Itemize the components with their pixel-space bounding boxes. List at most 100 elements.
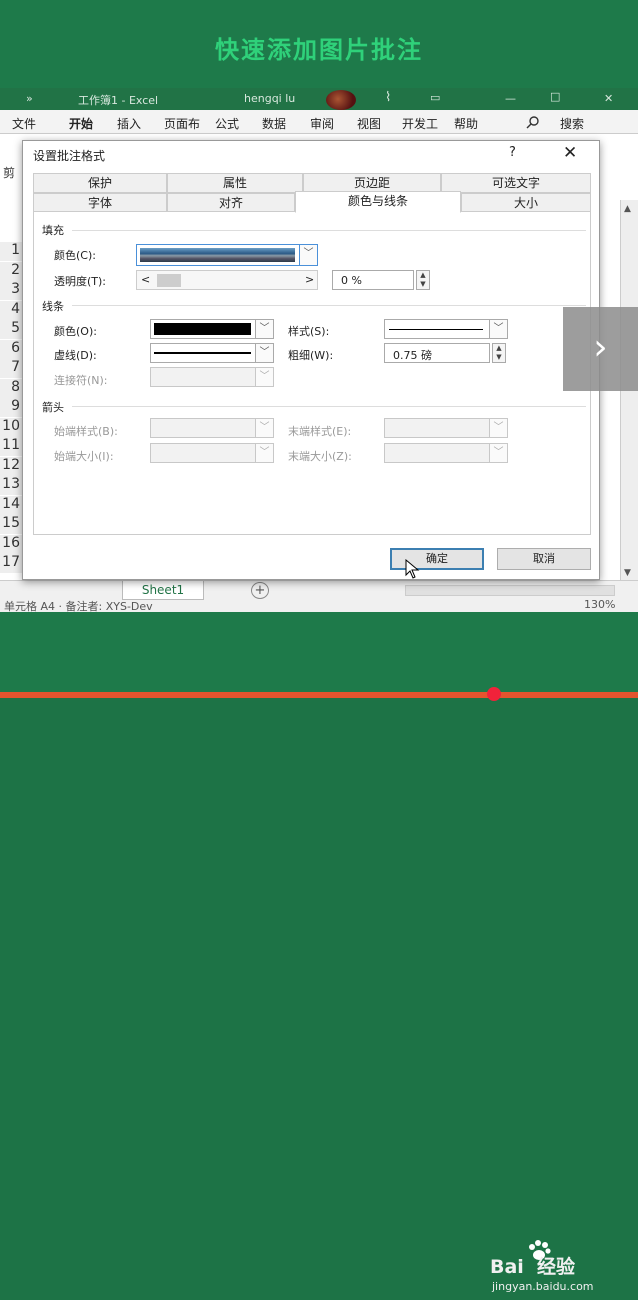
row-number[interactable]: 3 bbox=[0, 281, 22, 300]
tab-review[interactable]: 审阅 bbox=[310, 115, 334, 132]
cancel-button[interactable]: 取消 bbox=[497, 548, 591, 570]
tab-data[interactable]: 数据 bbox=[262, 115, 286, 132]
weight-input[interactable]: 0.75 磅 bbox=[384, 343, 490, 363]
line-color-select[interactable]: ﹀ bbox=[150, 319, 274, 339]
watermark-brand: Bai 经验 bbox=[490, 1256, 576, 1278]
row-number[interactable]: 6 bbox=[0, 340, 22, 359]
maximize-icon[interactable]: □ bbox=[550, 90, 560, 103]
slider-left-icon[interactable]: < bbox=[141, 273, 150, 286]
tab-home[interactable]: 开始 bbox=[69, 115, 93, 132]
row-number[interactable]: 8 bbox=[0, 379, 22, 398]
progress-knob[interactable] bbox=[487, 687, 501, 701]
row-number[interactable]: 16 bbox=[0, 535, 22, 554]
tab-alignment[interactable]: 对齐 bbox=[167, 193, 295, 213]
zoom-level[interactable]: 130% bbox=[584, 600, 615, 611]
row-number[interactable]: 5 bbox=[0, 320, 22, 339]
scroll-up-icon[interactable]: ▲ bbox=[624, 204, 631, 214]
chevron-down-icon: ﹀ bbox=[489, 444, 507, 462]
tab-developer[interactable]: 开发工 bbox=[402, 115, 444, 132]
row-number[interactable]: 2 bbox=[0, 262, 22, 281]
connector-select: ﹀ bbox=[150, 367, 274, 387]
avatar[interactable] bbox=[326, 90, 356, 110]
chevron-down-icon[interactable]: ﹀ bbox=[255, 344, 273, 362]
help-icon[interactable]: ? bbox=[509, 145, 516, 160]
transparency-input[interactable]: 0 % bbox=[332, 270, 414, 290]
fill-section-title: 填充 bbox=[42, 224, 64, 237]
slider-right-icon[interactable]: > bbox=[305, 273, 314, 286]
arrows-section-title: 箭头 bbox=[42, 401, 64, 414]
horizontal-scrollbar[interactable] bbox=[405, 585, 615, 596]
row-number[interactable]: 7 bbox=[0, 359, 22, 378]
excel-titlebar: » 工作簿1 - Excel hengqi lu ⌇ ▭ — □ ✕ bbox=[0, 88, 638, 110]
end-size-label: 末端大小(Z): bbox=[288, 450, 352, 463]
banner-title: 快速添加图片批注 bbox=[215, 36, 423, 64]
slider-thumb[interactable] bbox=[157, 274, 181, 287]
close-window-icon[interactable]: ✕ bbox=[604, 92, 613, 105]
dash-select[interactable]: ﹀ bbox=[150, 343, 274, 363]
row-number[interactable]: 10 bbox=[0, 418, 22, 437]
close-icon[interactable]: ✕ bbox=[563, 143, 577, 163]
row-number[interactable]: 17 bbox=[0, 554, 22, 573]
begin-style-select: ﹀ bbox=[150, 418, 274, 438]
minimize-icon[interactable]: — bbox=[505, 92, 516, 105]
tab-font[interactable]: 字体 bbox=[33, 193, 167, 213]
tab-properties[interactable]: 属性 bbox=[167, 173, 303, 193]
transparency-stepper[interactable]: ▲ ▼ bbox=[416, 270, 430, 290]
tab-alt-text[interactable]: 可选文字 bbox=[441, 173, 591, 193]
tab-protection[interactable]: 保护 bbox=[33, 173, 167, 193]
tab-size[interactable]: 大小 bbox=[461, 193, 591, 213]
tab-insert[interactable]: 插入 bbox=[117, 115, 141, 132]
tab-page-layout[interactable]: 页面布 bbox=[164, 115, 206, 132]
scroll-down-icon[interactable]: ▼ bbox=[624, 568, 631, 578]
tab-margins[interactable]: 页边距 bbox=[303, 173, 441, 193]
fill-color-label: 颜色(C): bbox=[54, 249, 96, 262]
brush-icon[interactable]: ⌇ bbox=[385, 90, 391, 105]
row-number[interactable]: 15 bbox=[0, 515, 22, 534]
row-number[interactable]: 12 bbox=[0, 457, 22, 476]
chevron-down-icon[interactable]: ﹀ bbox=[299, 245, 317, 265]
clipboard-label: 剪 bbox=[3, 166, 16, 180]
vertical-scrollbar[interactable]: ▲ ▼ bbox=[620, 200, 638, 585]
user-name[interactable]: hengqi lu bbox=[244, 92, 295, 105]
search-label[interactable]: 搜索 bbox=[560, 115, 584, 132]
divider bbox=[72, 406, 586, 407]
video-banner: 快速添加图片批注 bbox=[0, 0, 638, 90]
ribbon-display-icon[interactable]: ▭ bbox=[430, 91, 440, 104]
tab-formulas[interactable]: 公式 bbox=[215, 115, 239, 132]
row-number[interactable]: 11 bbox=[0, 437, 22, 456]
tab-file[interactable]: 文件 bbox=[12, 115, 36, 132]
video-footer: Bai 经验 jingyan.baidu.com bbox=[0, 612, 638, 1293]
divider bbox=[72, 305, 586, 306]
video-progress-bar[interactable] bbox=[0, 692, 638, 698]
search-icon[interactable] bbox=[526, 115, 540, 132]
begin-size-select: ﹀ bbox=[150, 443, 274, 463]
transparency-slider[interactable]: < > bbox=[136, 270, 318, 290]
picture-fill-preview bbox=[140, 248, 295, 262]
row-number[interactable]: 4 bbox=[0, 301, 22, 320]
tab-help[interactable]: 帮助 bbox=[454, 115, 478, 132]
sheet-tab[interactable]: Sheet1 bbox=[122, 581, 204, 600]
transparency-label: 透明度(T): bbox=[54, 275, 107, 288]
row-number[interactable]: 13 bbox=[0, 476, 22, 495]
row-number[interactable]: 9 bbox=[0, 398, 22, 417]
line-style-select[interactable]: ﹀ bbox=[384, 319, 508, 339]
chevron-down-icon: ﹀ bbox=[255, 419, 273, 437]
chevron-down-icon[interactable]: ﹀ bbox=[489, 320, 507, 338]
row-number[interactable]: 14 bbox=[0, 496, 22, 515]
quick-access-chevron-icon[interactable]: » bbox=[26, 92, 33, 105]
line-color-label: 颜色(O): bbox=[54, 325, 97, 338]
add-sheet-button[interactable]: + bbox=[251, 582, 269, 599]
chevron-down-icon[interactable]: ﹀ bbox=[255, 320, 273, 338]
begin-size-label: 始端大小(I): bbox=[54, 450, 114, 463]
tab-colors-and-lines[interactable]: 颜色与线条 bbox=[295, 191, 461, 213]
row-number[interactable]: 1 bbox=[0, 242, 22, 261]
sheet-tab-bar: Sheet1 + bbox=[0, 580, 638, 600]
fill-color-select[interactable]: ﹀ bbox=[136, 244, 318, 266]
next-slide-button[interactable]: › bbox=[563, 307, 638, 391]
tab-view[interactable]: 视图 bbox=[357, 115, 381, 132]
chevron-down-icon: ﹀ bbox=[489, 419, 507, 437]
connector-label: 连接符(N): bbox=[54, 374, 108, 387]
end-style-label: 末端样式(E): bbox=[288, 425, 352, 438]
baidu-watermark: Bai 经验 jingyan.baidu.com bbox=[490, 1240, 630, 1300]
weight-stepper[interactable]: ▲ ▼ bbox=[492, 343, 506, 363]
